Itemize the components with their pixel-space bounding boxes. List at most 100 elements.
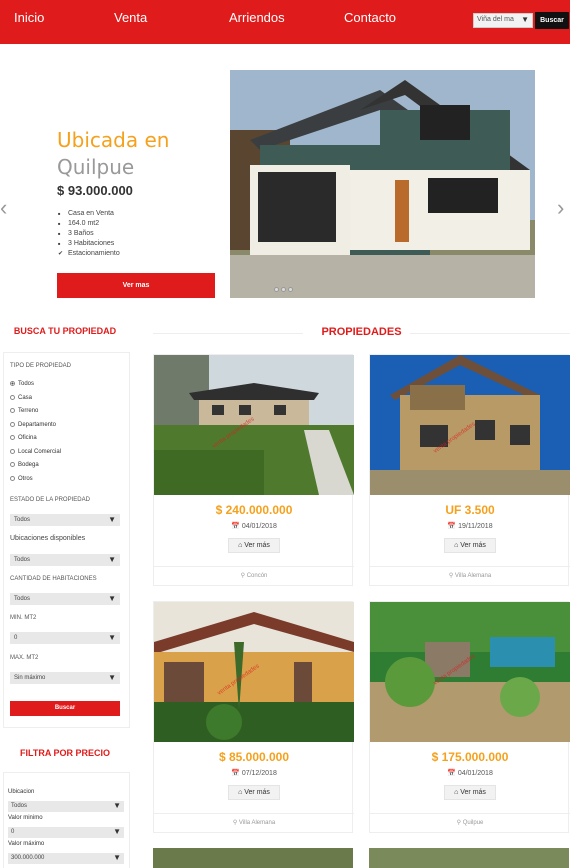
property-photo[interactable] — [153, 848, 353, 868]
property-card[interactable]: venta propiedades $ 175.000.000 📅 04/01/… — [369, 601, 570, 833]
radio-icon — [10, 449, 15, 454]
map-pin-icon: ⚲ — [448, 573, 454, 579]
radio-label: Oficina — [18, 435, 37, 442]
ver-mas-label: Ver más — [244, 542, 270, 549]
chevron-down-icon: ▼ — [113, 801, 121, 810]
carousel-dot[interactable] — [274, 287, 279, 292]
location-text: Concón — [246, 573, 268, 579]
type-radio-casa[interactable]: Casa — [10, 395, 32, 401]
nav-link-arriendos[interactable]: Arriendos — [229, 10, 285, 25]
property-card[interactable]: venta propiedades $ 240.000.000 📅 04/01/… — [153, 354, 354, 586]
home-icon: ⌂ — [454, 789, 459, 796]
ver-mas-button[interactable]: ⌂ Ver más — [228, 538, 280, 553]
hero-title-line1: Ubicada en — [57, 128, 170, 152]
rooms-select[interactable]: Todos ▼ — [10, 593, 120, 605]
date-text: 07/12/2018 — [241, 770, 277, 777]
property-price: $ 175.000.000 — [431, 750, 509, 764]
type-radio-todos[interactable]: Todos — [10, 381, 34, 387]
min-mt2-select[interactable]: 0 ▼ — [10, 632, 120, 644]
select-value: Todos — [14, 557, 31, 563]
select-value: Todos — [11, 803, 28, 809]
chevron-down-icon: ▼ — [108, 515, 116, 524]
price-max-select[interactable]: 300.000.000 ▼ — [8, 853, 124, 864]
property-photo[interactable]: venta propiedades — [370, 602, 570, 742]
type-radio-otros[interactable]: Otros — [10, 476, 33, 482]
radio-label: Terreno — [18, 408, 39, 415]
property-location: ⚲ Concón — [154, 572, 354, 579]
property-price: UF 3.500 — [445, 503, 495, 517]
property-photo[interactable]: venta propiedades — [370, 355, 570, 495]
property-price: $ 240.000.000 — [215, 503, 293, 517]
min-mt2-label: MIN. MT2 — [10, 615, 37, 621]
calendar-icon: 📅 — [231, 523, 240, 530]
type-radio-local-comercial[interactable]: Local Comercial — [10, 449, 61, 455]
ver-mas-label: Ver más — [460, 789, 486, 796]
property-photo[interactable] — [369, 848, 569, 868]
radio-icon — [10, 435, 15, 440]
property-date: 📅 04/01/2018 — [370, 769, 570, 777]
nav-link-inicio[interactable]: Inicio — [14, 10, 44, 25]
date-text: 04/01/2018 — [241, 523, 277, 530]
carousel-dot[interactable] — [288, 287, 293, 292]
price-min-select[interactable]: 0 ▼ — [8, 827, 124, 838]
location-select[interactable]: Todos ▼ — [8, 801, 124, 812]
radio-icon — [10, 422, 15, 427]
property-photo[interactable]: venta propiedades — [154, 355, 354, 495]
radio-label: Otros — [18, 476, 33, 483]
chevron-down-icon: ▼ — [108, 673, 116, 682]
property-card[interactable] — [153, 848, 353, 868]
select-value: Todos — [14, 596, 31, 602]
property-card[interactable]: venta propiedades UF 3.500 📅 19/11/2018 … — [369, 354, 570, 586]
calendar-icon: 📅 — [447, 523, 457, 530]
ver-mas-button[interactable]: ⌂ Ver más — [228, 785, 280, 800]
calendar-icon: 📅 — [231, 770, 240, 777]
radio-icon — [10, 381, 15, 386]
price-min-label: Valor minimo — [8, 815, 43, 821]
radio-label: Local Comercial — [18, 449, 62, 456]
hero-price: $ 93.000.000 — [57, 183, 133, 198]
price-filter-title: FILTRA POR PRECIO — [20, 748, 110, 758]
ver-mas-label: Ver más — [244, 789, 270, 796]
radio-label: Casa — [18, 395, 33, 402]
carousel-dot[interactable] — [281, 287, 286, 292]
home-icon: ⌂ — [454, 542, 459, 549]
nav-search-button[interactable]: Buscar — [535, 12, 569, 29]
property-date: 📅 04/01/2018 — [154, 522, 354, 530]
type-radio-terreno[interactable]: Terreno — [10, 408, 38, 414]
locations-select[interactable]: Todos ▼ — [10, 554, 120, 566]
sidebar-search-button[interactable]: Buscar — [10, 701, 120, 716]
location-text: Villa Alemana — [454, 573, 492, 579]
date-text: 04/01/2018 — [457, 770, 493, 777]
hero-ver-mas-button[interactable]: Ver mas — [57, 273, 215, 298]
type-radio-bodega[interactable]: Bodega — [10, 462, 39, 468]
location-label: Ubicacion — [8, 789, 35, 795]
nav-link-contacto[interactable]: Contacto — [344, 10, 396, 25]
location-text: Quilpue — [462, 820, 484, 826]
carousel-next-arrow-icon[interactable]: › — [557, 197, 564, 219]
radio-label: Bodega — [18, 462, 39, 469]
map-pin-icon: ⚲ — [232, 820, 238, 826]
carousel-indicators[interactable] — [274, 279, 295, 297]
chevron-down-icon: ▼ — [108, 594, 116, 603]
nav-link-venta[interactable]: Venta — [114, 10, 147, 25]
select-value: 0 — [14, 635, 18, 641]
type-radio-oficina[interactable]: Oficina — [10, 435, 37, 441]
property-card[interactable] — [369, 848, 569, 868]
select-value: Sin máximo — [14, 675, 46, 681]
ver-mas-button[interactable]: ⌂ Ver más — [444, 785, 496, 800]
max-mt2-select[interactable]: Sin máximo ▼ — [10, 672, 120, 684]
property-type-label: TIPO DE PROPIEDAD — [10, 363, 72, 369]
max-mt2-label: MAX. MT2 — [10, 655, 39, 661]
property-card[interactable]: venta propiedades $ 85.000.000 📅 07/12/2… — [153, 601, 354, 833]
date-text: 19/11/2018 — [458, 523, 493, 530]
city-select[interactable]: Viña del ma ▼ — [473, 13, 533, 28]
hero-feature: 3 Baños — [58, 229, 120, 239]
carousel-prev-arrow-icon[interactable]: ‹ — [0, 197, 7, 219]
ver-mas-button[interactable]: ⌂ Ver más — [444, 538, 496, 553]
property-state-select[interactable]: Todos ▼ — [10, 514, 120, 526]
property-photo[interactable]: venta propiedades — [154, 602, 354, 742]
top-navbar: Inicio Venta Arriendos Contacto Viña del… — [0, 0, 570, 44]
type-radio-departamento[interactable]: Departamento — [10, 422, 56, 428]
hero-title-line2: Quilpue — [57, 155, 135, 179]
hero-feature: 164.0 mt2 — [58, 219, 120, 229]
